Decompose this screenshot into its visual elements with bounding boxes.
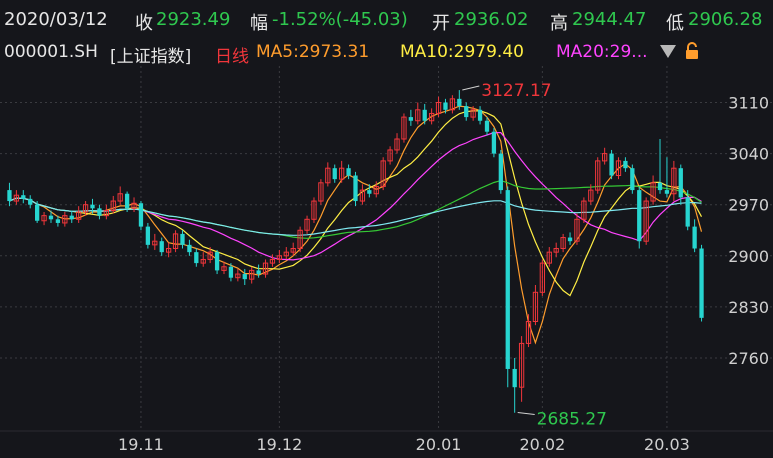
- candle-body: [609, 153, 614, 176]
- annotation-arrow: [462, 85, 480, 91]
- candle-body: [678, 168, 683, 198]
- candle-body: [699, 248, 704, 318]
- candle-body: [69, 215, 74, 220]
- candle-body: [48, 215, 54, 220]
- security-name: [上证指数]: [110, 47, 192, 67]
- candle-body: [194, 252, 199, 264]
- candle-body: [630, 168, 635, 191]
- candle-body: [21, 195, 26, 199]
- candle-body: [138, 203, 144, 227]
- candle-body: [228, 266, 234, 278]
- candle-body: [477, 109, 483, 121]
- candle-body: [692, 226, 697, 249]
- low-value: 2906.28: [688, 9, 763, 30]
- candle-body: [159, 241, 164, 253]
- y-tick-label: 2970: [728, 196, 769, 215]
- period-selector[interactable]: 日线: [215, 42, 249, 67]
- candle-body: [34, 204, 40, 221]
- candle-body: [97, 208, 102, 216]
- candle-body: [55, 219, 61, 223]
- high-label: 高: [550, 13, 568, 34]
- ma10-value: MA10:2979.40: [400, 42, 524, 62]
- candle-body: [332, 168, 337, 180]
- candle-body: [408, 117, 414, 121]
- candle-body: [242, 274, 247, 280]
- candle-body: [484, 120, 490, 132]
- indicator-header: 000001.SH [上证指数] 日线 MA5:2973.31 MA10:297…: [0, 40, 773, 67]
- kline-chart[interactable]: 3110 3040 2970 2900 2830 2760 19.11 19.12 20.01 2…: [0, 66, 773, 458]
- candle-body: [512, 368, 517, 388]
- candle-body: [567, 237, 573, 242]
- candle-body: [187, 244, 192, 253]
- candle-body: [464, 106, 469, 118]
- y-tick-label: 3040: [728, 145, 769, 164]
- y-tick-label: 3110: [728, 94, 769, 113]
- candle-body: [498, 153, 503, 191]
- candle-body: [353, 175, 358, 202]
- candle-body: [214, 252, 220, 271]
- candle-body: [443, 102, 448, 110]
- candle-body: [28, 198, 33, 205]
- candle-body: [491, 131, 497, 154]
- security-code: 000001.SH: [4, 42, 98, 62]
- candle-body: [685, 197, 690, 227]
- lock-icon[interactable]: [684, 42, 700, 60]
- candle-body: [623, 160, 628, 169]
- candle-body: [124, 193, 130, 209]
- candle-body: [90, 204, 95, 209]
- change-value: -1.52%(-45.03): [272, 9, 408, 30]
- candle-body: [457, 98, 462, 107]
- change-label: 幅: [250, 13, 268, 34]
- triangle-down-icon[interactable]: [660, 45, 676, 58]
- low-label: 低: [666, 13, 684, 34]
- candle-body: [657, 182, 663, 191]
- low-annotation: 2685.27: [537, 410, 607, 430]
- x-tick-label: 20.02: [519, 435, 565, 454]
- candle-body: [505, 190, 510, 369]
- quote-date: 2020/03/12: [4, 9, 108, 30]
- open-label: 开: [432, 13, 450, 34]
- close-label: 收: [135, 13, 153, 34]
- candle-body: [145, 226, 151, 245]
- candle-body: [367, 190, 372, 194]
- ma20-value: MA20:29...: [556, 42, 648, 62]
- y-tick-label: 2900: [728, 247, 769, 266]
- candle-body: [346, 168, 351, 176]
- x-tick-label: 20.01: [416, 435, 462, 454]
- x-tick-label: 19.12: [256, 435, 302, 454]
- high-annotation: 3127.17: [481, 81, 551, 101]
- x-tick-label: 20.03: [644, 435, 690, 454]
- quote-header: 2020/03/12 收 2923.49 幅 -1.52%(-45.03) 开 …: [0, 0, 773, 40]
- y-tick-label: 2830: [728, 298, 769, 317]
- y-tick-label: 2760: [728, 349, 769, 368]
- close-value: 2923.49: [156, 9, 231, 30]
- x-tick-label: 19.11: [118, 435, 164, 454]
- candle-body: [664, 190, 670, 194]
- ma5-value: MA5:2973.31: [256, 42, 370, 62]
- high-value: 2944.47: [572, 9, 647, 30]
- candle-body: [637, 190, 642, 242]
- candle-body: [422, 109, 427, 121]
- candle-body: [7, 190, 12, 202]
- annotation-arrow: [517, 412, 535, 416]
- candle-body: [256, 270, 261, 275]
- candle-body: [180, 233, 185, 245]
- open-value: 2936.02: [454, 9, 529, 30]
